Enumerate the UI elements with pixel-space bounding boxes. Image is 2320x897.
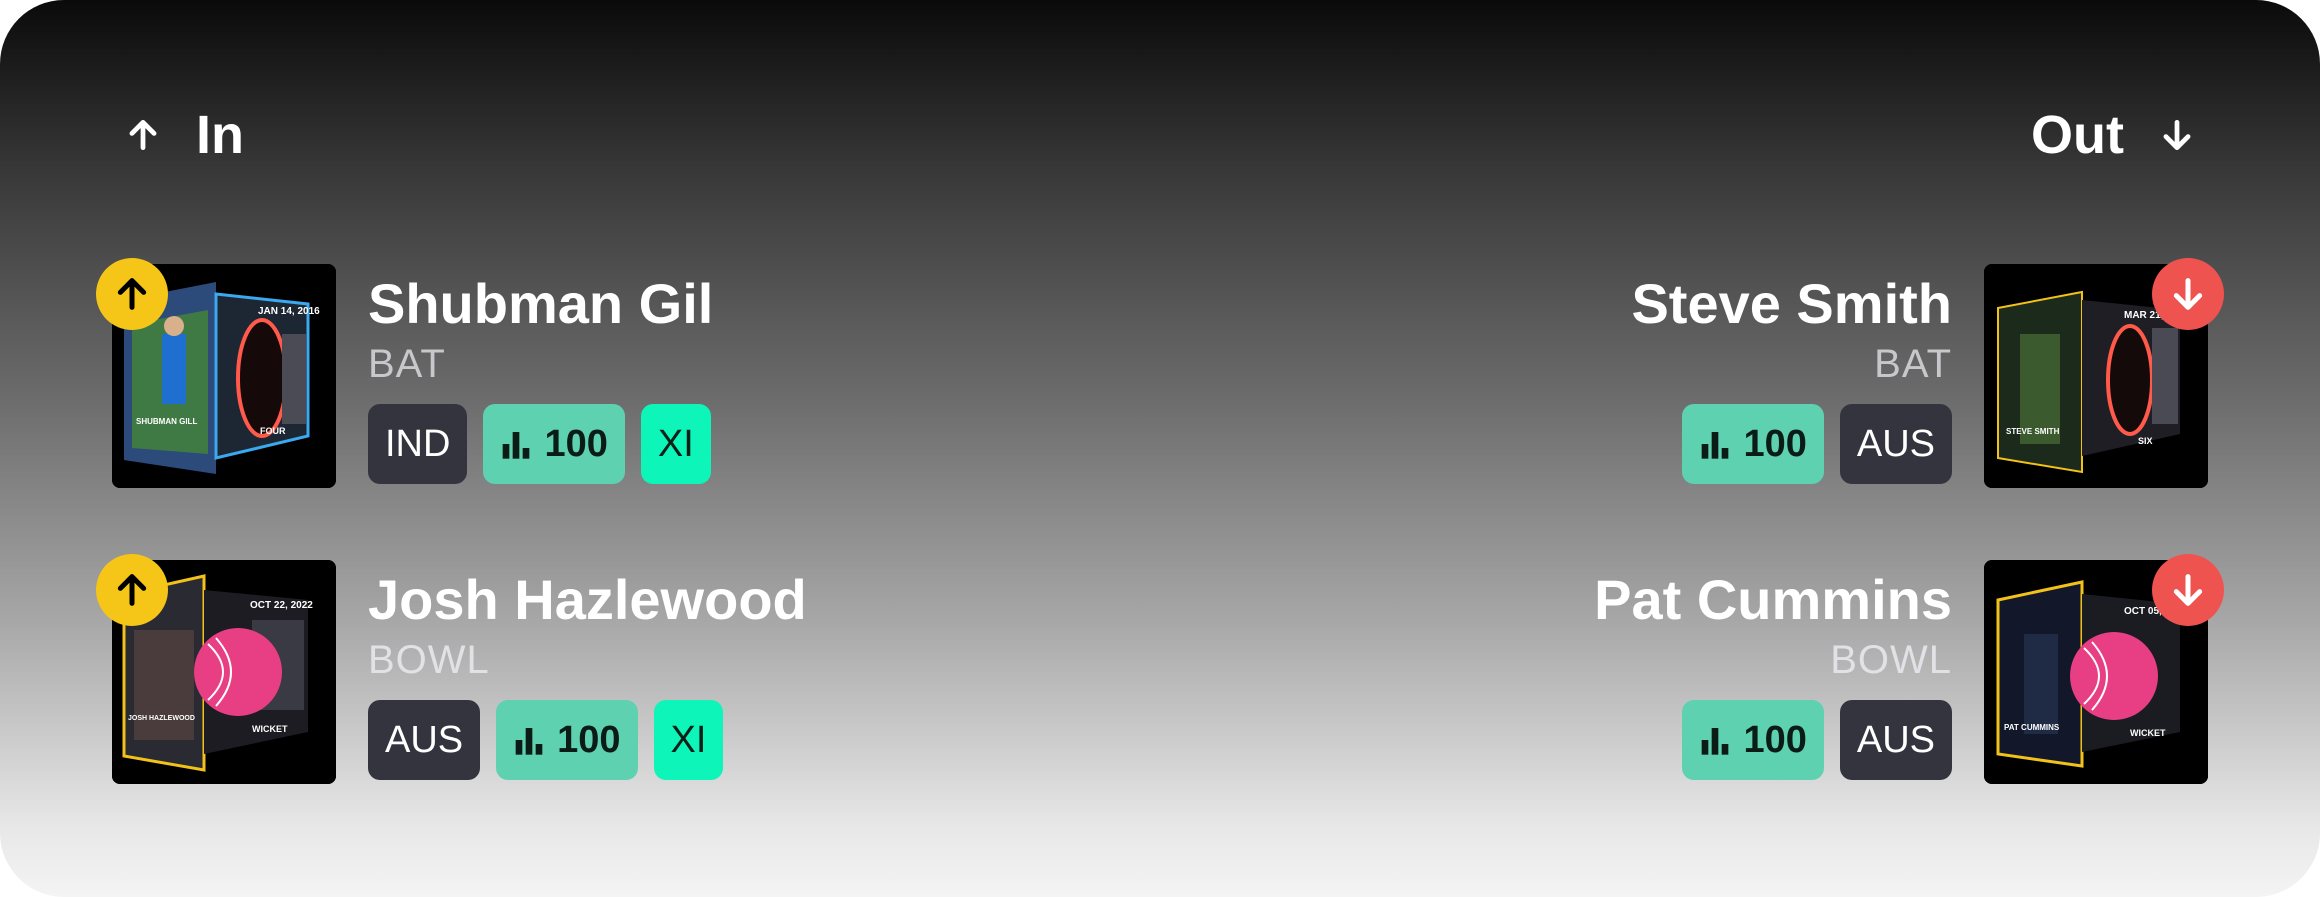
score-value: 100 [557,718,621,761]
player-row-in-josh-hazlewood[interactable]: OCT 22, 2022 JOSH HAZLEWOOD WICKET Josh … [96,554,807,784]
score-value: 100 [1743,422,1807,465]
player-card[interactable]: OCT 22, 2022 JOSH HAZLEWOOD WICKET [96,554,336,784]
bar-chart-icon [503,432,530,459]
out-badge [2152,554,2224,626]
player-role: BAT [368,342,446,386]
card-event: SIX [2138,436,2153,446]
player-row-in-shubman-gil[interactable]: JAN 14, 2016 SHUBMAN GILL FOUR Shubman G… [96,258,713,488]
out-header-label: Out [2031,105,2124,165]
player-chips: AUS 100 XI [368,700,807,780]
score-value: 100 [544,422,608,465]
out-header: Out [2031,100,2196,170]
player-role: BOWL [1830,638,1952,682]
card-date: OCT 22, 2022 [250,600,313,611]
xi-chip: XI [653,700,724,780]
in-header-label: In [196,105,244,165]
player-info: Steve Smith BAT 100 AUS [1631,264,1952,484]
in-header: In [124,100,244,170]
card-caption: STEVE SMITH [2006,427,2060,436]
player-info: Pat Cummins BOWL 100 AUS [1594,560,1952,780]
player-row-out-pat-cummins[interactable]: OCT 05, 2022 PAT CUMMINS WICKET Pat Cumm… [1594,554,2224,784]
arrow-up-icon [129,119,157,151]
team-chip: AUS [368,700,481,780]
bar-chart-icon [1702,728,1729,755]
score-chip: 100 [1682,700,1824,780]
player-name: Steve Smith [1631,272,1952,335]
arrow-down-icon [2173,574,2203,606]
player-card[interactable]: MAR 21, 2016 STEVE SMITH SIX [1984,258,2224,488]
score-value: 100 [1743,718,1807,761]
player-card[interactable]: OCT 05, 2022 PAT CUMMINS WICKET [1984,554,2224,784]
player-chips: 100 AUS [1682,700,1952,780]
bar-chart-icon [515,728,543,755]
card-event: FOUR [260,426,286,436]
player-role: BOWL [368,638,490,682]
team-chip: AUS [1839,404,1952,484]
card-event: WICKET [252,724,288,734]
card-date: JAN 14, 2016 [258,306,320,317]
player-name: Pat Cummins [1594,568,1952,631]
player-card[interactable]: JAN 14, 2016 SHUBMAN GILL FOUR [96,258,336,488]
player-info: Josh Hazlewood BOWL AUS 100 XI [368,560,807,780]
arrow-up-icon [117,278,147,310]
xi-chip: XI [640,404,711,484]
player-chips: 100 AUS [1682,404,1952,484]
out-badge [2152,258,2224,330]
card-caption: SHUBMAN GILL [136,417,197,426]
arrow-up-icon [117,574,147,606]
in-badge [96,554,168,626]
player-info: Shubman Gil BAT IND 100 XI [368,264,713,484]
team-chip: AUS [1839,700,1952,780]
score-chip: 100 [496,700,638,780]
card-event: WICKET [2130,728,2166,738]
score-chip: 100 [483,404,625,484]
player-chips: IND 100 XI [368,404,713,484]
in-badge [96,258,168,330]
score-chip: 100 [1682,404,1824,484]
player-role: BAT [1874,342,1952,386]
bar-chart-icon [1702,432,1729,459]
player-name: Josh Hazlewood [368,568,807,631]
card-caption: JOSH HAZLEWOOD [128,715,195,722]
arrow-down-icon [2173,278,2203,310]
team-chip: IND [368,404,468,484]
arrow-down-icon [2163,119,2191,151]
player-name: Shubman Gil [368,272,714,335]
player-row-out-steve-smith[interactable]: MAR 21, 2016 STEVE SMITH SIX Steve Smith… [1631,258,2224,488]
transfer-panel: In Out JAN 14, 2016 SHUBMAN GILL FOUR Sh… [0,0,2320,897]
card-caption: PAT CUMMINS [2004,723,2060,732]
